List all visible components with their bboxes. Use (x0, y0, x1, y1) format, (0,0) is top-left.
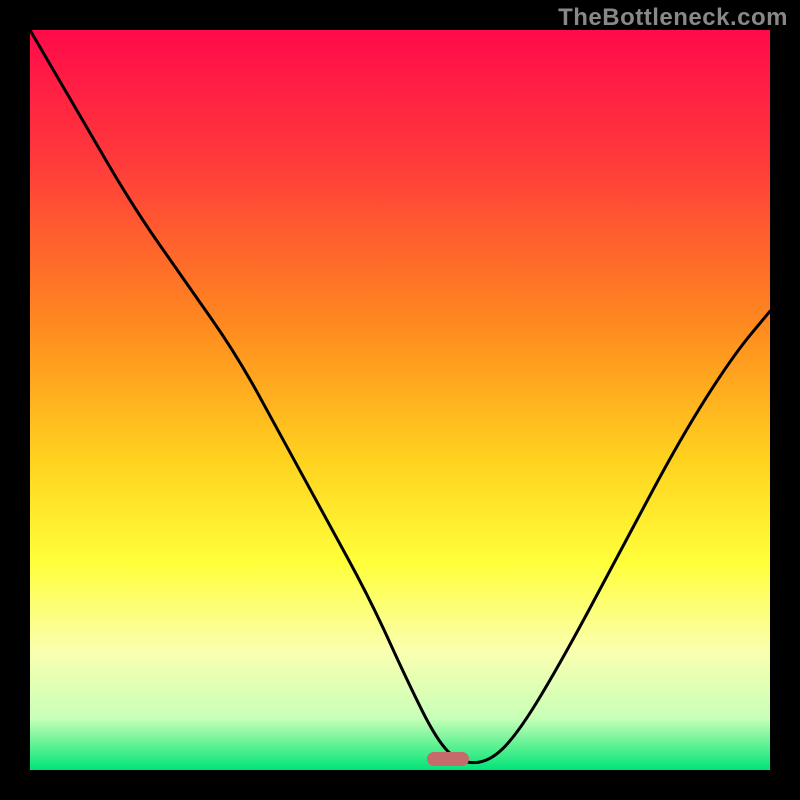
optimum-marker (427, 752, 469, 766)
bottleneck-curve (30, 30, 770, 770)
watermark-text: TheBottleneck.com (558, 4, 788, 32)
curve-path (30, 30, 770, 763)
plot-area (30, 30, 770, 770)
chart-frame: TheBottleneck.com (0, 0, 800, 800)
